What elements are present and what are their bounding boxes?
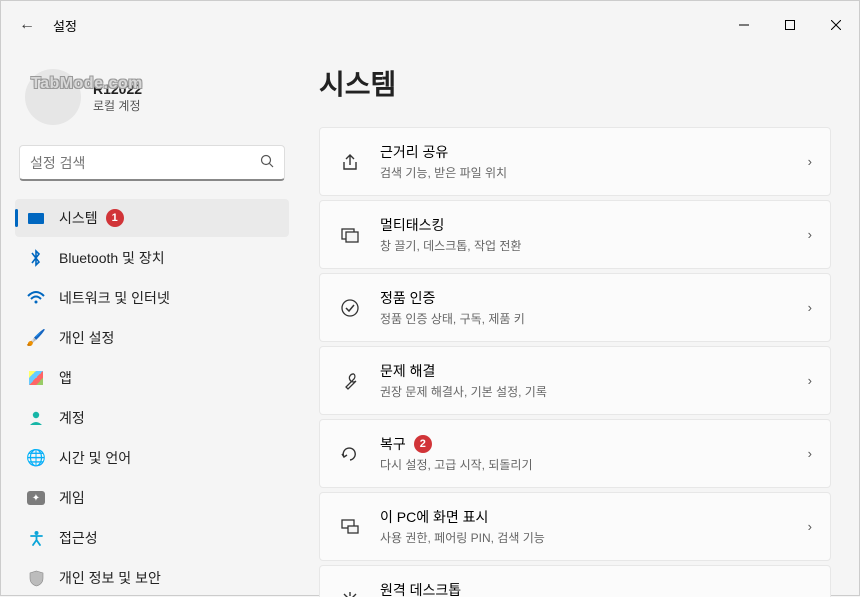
sidebar-item-accounts[interactable]: 계정 bbox=[15, 399, 289, 437]
titlebar: ← 설정 bbox=[1, 1, 859, 49]
chevron-right-icon: › bbox=[808, 300, 812, 315]
chevron-right-icon: › bbox=[808, 227, 812, 242]
account-type: 로컬 계정 bbox=[93, 97, 142, 114]
chevron-right-icon: › bbox=[808, 519, 812, 534]
sidebar: R12022 로컬 계정 TabMode.com 시스템 1 Bluetooth… bbox=[1, 49, 301, 597]
page-title: 시스템 bbox=[319, 63, 831, 103]
window-controls bbox=[721, 1, 859, 49]
sidebar-item-label: 개인 정보 및 보안 bbox=[59, 568, 161, 588]
card-troubleshoot[interactable]: 문제 해결 권장 문제 해결사, 기본 설정, 기록 › bbox=[319, 346, 831, 415]
card-title: 문제 해결 bbox=[380, 361, 547, 381]
maximize-button[interactable] bbox=[767, 1, 813, 49]
sidebar-item-privacy[interactable]: 개인 정보 및 보안 bbox=[15, 559, 289, 597]
search-icon bbox=[260, 154, 274, 171]
sidebar-item-label: 게임 bbox=[59, 488, 85, 508]
sidebar-item-network[interactable]: 네트워크 및 인터넷 bbox=[15, 279, 289, 317]
window-title: 설정 bbox=[53, 16, 77, 35]
chevron-right-icon: › bbox=[808, 154, 812, 169]
sidebar-item-label: 계정 bbox=[59, 408, 85, 428]
annotation-badge-1: 1 bbox=[106, 209, 124, 227]
sidebar-item-label: 앱 bbox=[59, 368, 72, 388]
card-projecting[interactable]: 이 PC에 화면 표시 사용 권한, 페어링 PIN, 검색 기능 › bbox=[319, 492, 831, 561]
sidebar-item-accessibility[interactable]: 접근성 bbox=[15, 519, 289, 557]
time-language-icon: 🌐 bbox=[27, 449, 45, 467]
nav-list: 시스템 1 Bluetooth 및 장치 네트워크 및 인터넷 🖌️ 개인 설정 bbox=[15, 199, 289, 597]
card-title: 복구 bbox=[380, 434, 406, 454]
back-arrow-icon[interactable]: ← bbox=[19, 16, 53, 34]
card-recovery[interactable]: 복구 2 다시 설정, 고급 시작, 되돌리기 › bbox=[319, 419, 831, 488]
card-title: 근거리 공유 bbox=[380, 142, 507, 162]
share-icon bbox=[338, 150, 362, 174]
username: R12022 bbox=[93, 81, 142, 97]
sidebar-item-time-language[interactable]: 🌐 시간 및 언어 bbox=[15, 439, 289, 477]
accounts-icon bbox=[27, 409, 45, 427]
sidebar-item-label: 시간 및 언어 bbox=[59, 448, 131, 468]
gaming-icon: ✦ bbox=[27, 489, 45, 507]
chevron-right-icon: › bbox=[808, 373, 812, 388]
sidebar-item-personalization[interactable]: 🖌️ 개인 설정 bbox=[15, 319, 289, 357]
card-subtitle: 권장 문제 해결사, 기본 설정, 기록 bbox=[380, 383, 547, 400]
personalization-icon: 🖌️ bbox=[27, 329, 45, 347]
card-subtitle: 다시 설정, 고급 시작, 되돌리기 bbox=[380, 456, 533, 473]
card-activation[interactable]: 정품 인증 정품 인증 상태, 구독, 제품 키 › bbox=[319, 273, 831, 342]
card-subtitle: 창 끌기, 데스크톱, 작업 전환 bbox=[380, 237, 521, 254]
chevron-right-icon: › bbox=[808, 592, 812, 597]
wrench-icon bbox=[338, 369, 362, 393]
sidebar-item-system[interactable]: 시스템 1 bbox=[15, 199, 289, 237]
avatar bbox=[25, 69, 81, 125]
card-title: 이 PC에 화면 표시 bbox=[380, 507, 545, 527]
recovery-icon bbox=[338, 442, 362, 466]
card-nearby-sharing[interactable]: 근거리 공유 검색 기능, 받은 파일 위치 › bbox=[319, 127, 831, 196]
card-remote-desktop[interactable]: 원격 데스크톱 원격 데스크톱 사용자, 연결 권한 › bbox=[319, 565, 831, 597]
system-icon bbox=[27, 209, 45, 227]
minimize-button[interactable] bbox=[721, 1, 767, 49]
annotation-badge-2: 2 bbox=[414, 435, 432, 453]
search-input[interactable] bbox=[30, 155, 260, 171]
main-panel: 시스템 근거리 공유 검색 기능, 받은 파일 위치 › 멀티태스킹 창 끌기,… bbox=[301, 49, 859, 597]
chevron-right-icon: › bbox=[808, 446, 812, 461]
sidebar-item-apps[interactable]: 앱 bbox=[15, 359, 289, 397]
shield-icon bbox=[27, 569, 45, 587]
profile-block[interactable]: R12022 로컬 계정 bbox=[15, 57, 289, 145]
sidebar-item-label: 접근성 bbox=[59, 528, 98, 548]
card-title: 멀티태스킹 bbox=[380, 215, 521, 235]
card-subtitle: 사용 권한, 페어링 PIN, 검색 기능 bbox=[380, 529, 545, 546]
projecting-icon bbox=[338, 515, 362, 539]
multitask-icon bbox=[338, 223, 362, 247]
wifi-icon bbox=[27, 289, 45, 307]
card-subtitle: 검색 기능, 받은 파일 위치 bbox=[380, 164, 507, 181]
sidebar-item-label: Bluetooth 및 장치 bbox=[59, 248, 165, 268]
check-circle-icon bbox=[338, 296, 362, 320]
sidebar-item-label: 네트워크 및 인터넷 bbox=[59, 288, 170, 308]
search-box[interactable] bbox=[19, 145, 285, 181]
accessibility-icon bbox=[27, 529, 45, 547]
sidebar-item-label: 개인 설정 bbox=[59, 328, 114, 348]
bluetooth-icon bbox=[27, 249, 45, 267]
card-title: 정품 인증 bbox=[380, 288, 525, 308]
card-title: 원격 데스크톱 bbox=[380, 580, 540, 597]
sidebar-item-label: 시스템 bbox=[59, 208, 98, 228]
close-button[interactable] bbox=[813, 1, 859, 49]
card-subtitle: 정품 인증 상태, 구독, 제품 키 bbox=[380, 310, 525, 327]
sidebar-item-gaming[interactable]: ✦ 게임 bbox=[15, 479, 289, 517]
apps-icon bbox=[27, 369, 45, 387]
sidebar-item-bluetooth[interactable]: Bluetooth 및 장치 bbox=[15, 239, 289, 277]
card-multitasking[interactable]: 멀티태스킹 창 끌기, 데스크톱, 작업 전환 › bbox=[319, 200, 831, 269]
